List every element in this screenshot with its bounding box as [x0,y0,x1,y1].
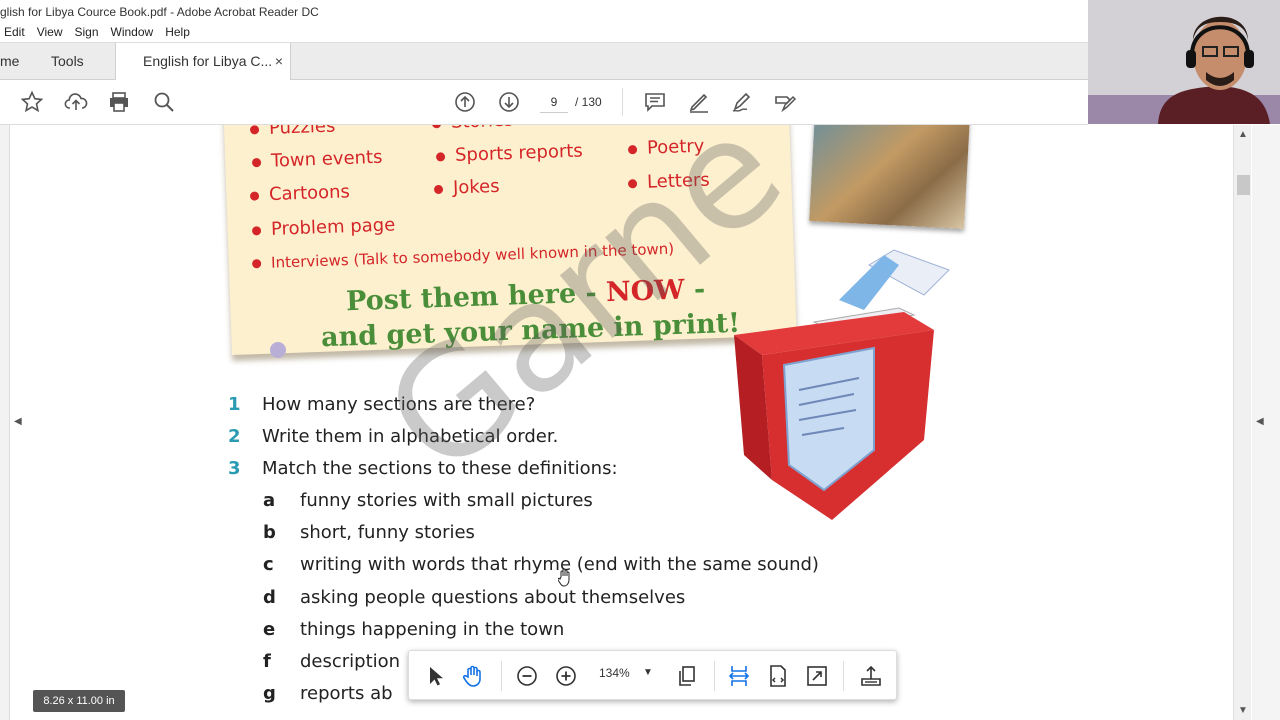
hand-cursor-icon [558,568,570,587]
definition-d-text: asking people questions about themselves [300,587,686,608]
zoom-dropdown-icon[interactable]: ▼ [643,667,653,678]
comment-icon[interactable] [643,90,667,114]
scroll-up-icon[interactable]: ▲ [1238,129,1248,140]
question-number-3: 3 [228,458,241,479]
webcam-overlay [1088,0,1280,124]
print-icon[interactable] [107,90,131,114]
select-cursor-icon[interactable] [423,664,447,688]
definition-letter-e: e [263,619,276,640]
menu-help[interactable]: Help [165,25,190,39]
left-panel-collapsed[interactable] [0,125,10,720]
sign-pen-icon[interactable] [730,90,754,114]
menu-bar: Edit View Sign Window Help [0,22,1088,42]
previous-page-icon[interactable] [453,90,477,114]
definition-g-text: reports ab [300,683,393,704]
menu-view[interactable]: View [37,25,63,39]
scrollbar-thumb[interactable] [1237,175,1250,195]
question-number-2: 2 [228,426,241,447]
cloud-upload-icon[interactable] [64,90,88,114]
page-photo-ruins [809,125,970,229]
menu-sign[interactable]: Sign [74,25,98,39]
definition-letter-f: f [263,651,271,672]
definition-letter-a: a [263,490,276,511]
expand-right-panel-icon[interactable]: ◀ [1256,416,1264,427]
toolbar-divider [843,661,844,691]
definition-f-text: description [300,651,401,672]
definition-letter-d: d [263,587,276,608]
pdf-page: Puzzles Stories Town events Sports repor… [24,125,1233,720]
tab-bar: me Tools English for Libya C... × [0,42,1088,82]
fit-width-scrolling-icon[interactable] [727,664,751,688]
share-export-icon[interactable] [859,664,883,688]
definition-letter-c: c [263,554,274,575]
page-total: / 130 [575,95,602,109]
zoom-out-icon[interactable] [515,664,539,688]
menu-window[interactable]: Window [111,25,154,39]
board-item-jokes: Jokes [434,176,500,199]
post-box-illustration [734,249,950,520]
hand-tool-icon[interactable] [461,664,485,688]
page-number-input[interactable]: 9 [540,91,568,113]
tab-home[interactable]: me [0,43,19,81]
main-toolbar: 9 / 130 [0,80,1088,125]
zoom-level[interactable]: 134% [599,666,630,680]
vertical-scrollbar[interactable]: ▲ ▼ [1233,125,1251,720]
toolbar-divider [501,661,502,691]
board-item-cartoons: Cartoons [250,181,351,205]
search-icon[interactable] [152,90,176,114]
definition-b-text: short, funny stories [300,522,475,543]
tab-document[interactable]: English for Libya C... × [115,43,291,82]
toolbar-divider [622,88,623,116]
definition-e-text: things happening in the town [300,619,565,640]
definition-a-text: funny stories with small pictures [300,490,593,511]
star-icon[interactable] [20,90,44,114]
expand-left-panel-icon[interactable]: ◀ [14,416,22,427]
full-screen-icon[interactable] [805,664,829,688]
fill-sign-icon[interactable] [773,90,797,114]
zoom-in-icon[interactable] [554,664,578,688]
question-number-1: 1 [228,394,241,415]
definition-letter-g: g [263,683,276,704]
floating-page-toolbar: 134% ▼ [408,650,897,700]
window-title: glish for Libya Cource Book.pdf - Adobe … [0,0,1088,22]
fit-page-icon[interactable] [766,664,790,688]
toolbar-divider [714,661,715,691]
page-size-badge: 8.26 x 11.00 in [33,690,125,712]
page-display-icon[interactable] [675,664,699,688]
board-pin [270,342,286,358]
next-page-icon[interactable] [497,90,521,114]
menu-edit[interactable]: Edit [4,25,25,39]
tab-tools[interactable]: Tools [51,43,84,81]
tab-document-label: English for Libya C... [143,53,273,69]
highlight-pen-icon[interactable] [687,90,711,114]
scroll-down-icon[interactable]: ▼ [1238,705,1248,716]
close-tab-icon[interactable]: × [275,43,283,80]
definition-letter-b: b [263,522,276,543]
document-viewer[interactable]: ◀ Puzzles Stories Town events Sports rep… [0,125,1280,720]
